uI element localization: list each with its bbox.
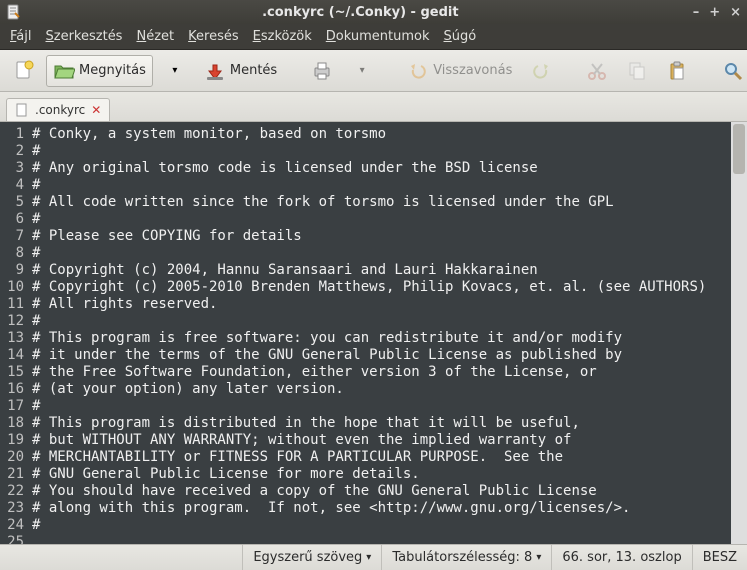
folder-open-icon bbox=[53, 60, 75, 82]
cursor-position-label: 66. sor, 13. oszlop bbox=[562, 550, 681, 565]
vertical-scrollbar[interactable] bbox=[731, 122, 747, 544]
statusbar: Egyszerű szöveg ▾ Tabulátorszélesség: 8 … bbox=[0, 544, 747, 570]
editor-area: 1 2 3 4 5 6 7 8 9 10 11 12 13 14 15 16 1… bbox=[0, 122, 747, 544]
menu-tools[interactable]: Eszközök bbox=[253, 29, 312, 44]
highlight-mode-selector[interactable]: Egyszerű szöveg ▾ bbox=[242, 545, 381, 570]
undo-button: Visszavonás bbox=[400, 55, 519, 87]
open-button[interactable]: Megnyitás bbox=[46, 55, 153, 87]
paste-icon bbox=[666, 60, 688, 82]
close-tab-button[interactable]: ✕ bbox=[91, 103, 101, 117]
status-spacer bbox=[0, 545, 242, 570]
tab-width-label: Tabulátorszélesség: 8 bbox=[392, 550, 532, 565]
undo-label: Visszavonás bbox=[433, 63, 512, 78]
scrollbar-thumb[interactable] bbox=[733, 124, 745, 174]
open-label: Megnyitás bbox=[79, 63, 146, 78]
chevron-down-icon: ▾ bbox=[366, 552, 371, 563]
toolbar: Megnyitás ▾ Mentés ▾ Visszavonás bbox=[0, 50, 747, 92]
redo-icon bbox=[530, 60, 552, 82]
document-tab[interactable]: .conkyrc ✕ bbox=[6, 98, 110, 121]
tab-bar: .conkyrc ✕ bbox=[0, 92, 747, 122]
cut-icon bbox=[586, 60, 608, 82]
titlebar: .conkyrc (~/.Conky) - gedit – + × bbox=[0, 0, 747, 24]
menu-help[interactable]: Súgó bbox=[444, 29, 477, 44]
insert-mode-label: BESZ bbox=[703, 550, 737, 565]
cut-button bbox=[579, 55, 615, 87]
cursor-position: 66. sor, 13. oszlop bbox=[551, 545, 691, 570]
save-icon bbox=[204, 60, 226, 82]
menu-search[interactable]: Keresés bbox=[188, 29, 239, 44]
copy-button bbox=[619, 55, 655, 87]
search-icon bbox=[722, 60, 744, 82]
code-editor[interactable]: # Conky, a system monitor, based on tors… bbox=[28, 122, 731, 544]
open-dropdown-button[interactable]: ▾ bbox=[157, 55, 193, 87]
document-icon bbox=[15, 103, 29, 117]
redo-button bbox=[523, 55, 559, 87]
close-button[interactable]: × bbox=[730, 5, 741, 20]
chevron-down-icon: ▾ bbox=[351, 60, 373, 82]
maximize-button[interactable]: + bbox=[709, 5, 720, 20]
menu-edit[interactable]: Szerkesztés bbox=[46, 29, 123, 44]
new-doc-icon bbox=[13, 60, 35, 82]
tab-label: .conkyrc bbox=[35, 103, 85, 117]
tab-width-selector[interactable]: Tabulátorszélesség: 8 ▾ bbox=[381, 545, 551, 570]
print-icon bbox=[311, 60, 333, 82]
save-label: Mentés bbox=[230, 63, 277, 78]
menu-file[interactable]: Fájl bbox=[10, 29, 32, 44]
window-title: .conkyrc (~/.Conky) - gedit bbox=[28, 5, 693, 20]
print-button[interactable] bbox=[304, 55, 340, 87]
undo-icon bbox=[407, 60, 429, 82]
chevron-down-icon: ▾ bbox=[536, 552, 541, 563]
new-document-button[interactable] bbox=[6, 55, 42, 87]
copy-icon bbox=[626, 60, 648, 82]
print-dropdown-button: ▾ bbox=[344, 55, 380, 87]
line-number-gutter: 1 2 3 4 5 6 7 8 9 10 11 12 13 14 15 16 1… bbox=[0, 122, 28, 544]
insert-mode: BESZ bbox=[692, 545, 747, 570]
chevron-down-icon: ▾ bbox=[164, 60, 186, 82]
highlight-mode-label: Egyszerű szöveg bbox=[253, 550, 362, 565]
menubar: Fájl Szerkesztés Nézet Keresés Eszközök … bbox=[0, 24, 747, 50]
paste-button[interactable] bbox=[659, 55, 695, 87]
minimize-button[interactable]: – bbox=[693, 5, 700, 20]
save-button[interactable]: Mentés bbox=[197, 55, 284, 87]
app-icon bbox=[6, 4, 22, 20]
menu-view[interactable]: Nézet bbox=[136, 29, 174, 44]
menu-documents[interactable]: Dokumentumok bbox=[326, 29, 430, 44]
find-button[interactable] bbox=[715, 55, 747, 87]
